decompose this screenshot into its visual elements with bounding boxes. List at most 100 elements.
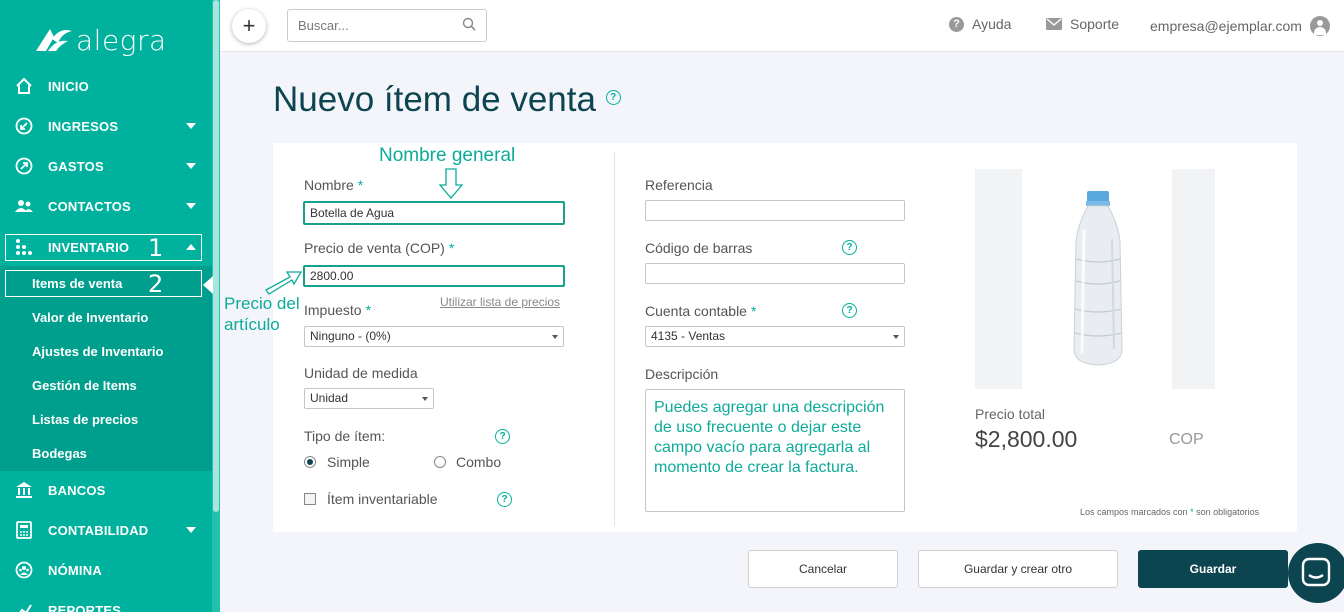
chevron-down-icon — [186, 163, 196, 169]
sidebar-subitem-gestion-items[interactable]: Gestión de Items — [32, 378, 137, 393]
sidebar-item-label: GASTOS — [48, 158, 104, 174]
type-combo-label: Combo — [456, 454, 502, 470]
name-field[interactable] — [303, 201, 565, 225]
water-bottle-image — [1073, 191, 1123, 366]
search-input[interactable] — [287, 9, 487, 42]
product-image — [1022, 169, 1172, 389]
active-page-pointer — [203, 276, 213, 294]
account-select[interactable]: 4135 - Ventas — [645, 326, 905, 347]
chat-button[interactable] — [1288, 543, 1344, 603]
help-link[interactable]: ? Ayuda — [949, 16, 1011, 32]
tax-field-label: Impuesto * — [304, 302, 372, 318]
sidebar-subitem-valor-inventario[interactable]: Valor de Inventario — [32, 310, 148, 325]
barcode-field-label: Código de barras — [645, 240, 753, 256]
support-label: Soporte — [1070, 16, 1120, 32]
price-list-link[interactable]: Utilizar lista de precios — [440, 295, 560, 309]
description-field[interactable]: Puedes agregar una descripción de uso fr… — [645, 389, 905, 512]
sidebar-subitem-listas-precios[interactable]: Listas de precios — [32, 412, 138, 427]
highlight-box-inventario — [5, 234, 202, 261]
inventory-checkbox[interactable] — [304, 493, 316, 505]
type-simple-radio[interactable] — [304, 456, 316, 468]
item-type-label: Tipo de ítem: — [304, 428, 386, 444]
sidebar-item-contactos[interactable]: CONTACTOS — [0, 186, 212, 226]
sidebar: alegra INICIO INGRESOS GASTOS CONTACTOS … — [0, 0, 220, 612]
price-field[interactable] — [303, 265, 565, 287]
brand-logo[interactable]: alegra — [34, 22, 167, 58]
alegra-logo-icon — [36, 29, 72, 51]
dropdown-arrow-icon — [552, 335, 558, 339]
barcode-field[interactable] — [645, 263, 905, 284]
sidebar-subitem-bodegas[interactable]: Bodegas — [32, 446, 87, 461]
sidebar-item-label: INICIO — [48, 78, 89, 94]
help-circle-icon[interactable]: ? — [842, 303, 857, 318]
total-currency: COP — [1169, 431, 1204, 448]
dropdown-arrow-icon — [893, 335, 899, 339]
bank-icon — [15, 481, 33, 499]
sidebar-scrollbar[interactable] — [212, 0, 220, 612]
avatar-icon — [1309, 16, 1330, 36]
help-icon: ? — [949, 16, 964, 32]
sidebar-item-contabilidad[interactable]: CONTABILIDAD — [0, 510, 212, 550]
sidebar-subitem-ajustes-inventario[interactable]: Ajustes de Inventario — [32, 344, 163, 359]
help-circle-icon[interactable]: ? — [605, 90, 621, 106]
home-icon — [15, 77, 33, 95]
type-simple-label: Simple — [327, 454, 370, 470]
support-link[interactable]: Soporte — [1046, 16, 1119, 32]
sidebar-item-nomina[interactable]: NÓMINA — [0, 550, 212, 590]
save-and-new-button[interactable]: Guardar y crear otro — [918, 550, 1118, 588]
top-bar: + ? Ayuda Soporte empresa@ejemplar.com — [220, 0, 1344, 52]
sidebar-item-label: INGRESOS — [48, 118, 119, 134]
sidebar-item-reportes[interactable]: REPORTES — [0, 590, 212, 612]
annotation-price: Precio del artículo — [224, 293, 300, 335]
sidebar-item-inicio[interactable]: INICIO — [0, 66, 212, 106]
arrow-down-icon — [439, 168, 463, 199]
help-circle-icon[interactable]: ? — [497, 492, 512, 507]
price-field-label: Precio de venta (COP) * — [304, 240, 455, 256]
sidebar-item-gastos[interactable]: GASTOS — [0, 146, 212, 186]
product-image-container[interactable] — [975, 169, 1215, 389]
help-circle-icon[interactable]: ? — [495, 429, 510, 444]
dropdown-arrow-icon — [422, 397, 428, 401]
sidebar-item-label: NÓMINA — [48, 562, 102, 578]
annotation-name: Nombre general — [379, 145, 516, 166]
save-button[interactable]: Guardar — [1138, 550, 1288, 588]
cancel-button[interactable]: Cancelar — [748, 550, 898, 588]
add-button[interactable]: + — [232, 9, 266, 43]
unit-select[interactable]: Unidad — [304, 388, 434, 409]
tax-select-value: Ninguno - (0%) — [310, 329, 391, 343]
description-field-label: Descripción — [645, 366, 719, 382]
expenses-icon — [15, 157, 33, 175]
name-field-label: Nombre * — [304, 177, 364, 193]
tax-select[interactable]: Ninguno - (0%) — [304, 326, 564, 347]
search-icon — [462, 17, 476, 31]
page-title-text: Nuevo ítem de venta — [273, 80, 596, 119]
account-select-value: 4135 - Ventas — [651, 329, 726, 343]
arrow-right-icon — [265, 271, 303, 295]
chevron-down-icon — [186, 527, 196, 533]
reports-icon — [15, 601, 33, 612]
step-number-2: 2 — [148, 270, 164, 298]
user-email: empresa@ejemplar.com — [1150, 18, 1302, 34]
brand-name: alegra — [76, 23, 167, 57]
chevron-down-icon — [186, 123, 196, 129]
reference-field[interactable] — [645, 200, 905, 221]
income-icon — [15, 117, 33, 135]
contacts-icon — [15, 197, 33, 215]
sidebar-item-label: CONTACTOS — [48, 198, 131, 214]
user-menu[interactable]: empresa@ejemplar.com — [1150, 16, 1330, 36]
accounting-icon — [15, 521, 33, 539]
reference-field-label: Referencia — [645, 177, 713, 193]
total-price-value: $2,800.00 — [975, 426, 1078, 452]
highlight-box-items-de-venta — [5, 270, 202, 297]
account-field-label: Cuenta contable * — [645, 303, 757, 319]
type-combo-radio[interactable] — [434, 456, 446, 468]
mail-icon — [1046, 18, 1062, 30]
step-number-1: 1 — [148, 234, 164, 262]
unit-select-value: Unidad — [310, 391, 349, 405]
sidebar-item-label: BANCOS — [48, 482, 106, 498]
payroll-icon — [15, 561, 33, 579]
sidebar-item-bancos[interactable]: BANCOS — [0, 470, 212, 510]
help-circle-icon[interactable]: ? — [842, 240, 857, 255]
sidebar-item-ingresos[interactable]: INGRESOS — [0, 106, 212, 146]
inventory-checkbox-label: Ítem inventariable — [327, 491, 438, 507]
